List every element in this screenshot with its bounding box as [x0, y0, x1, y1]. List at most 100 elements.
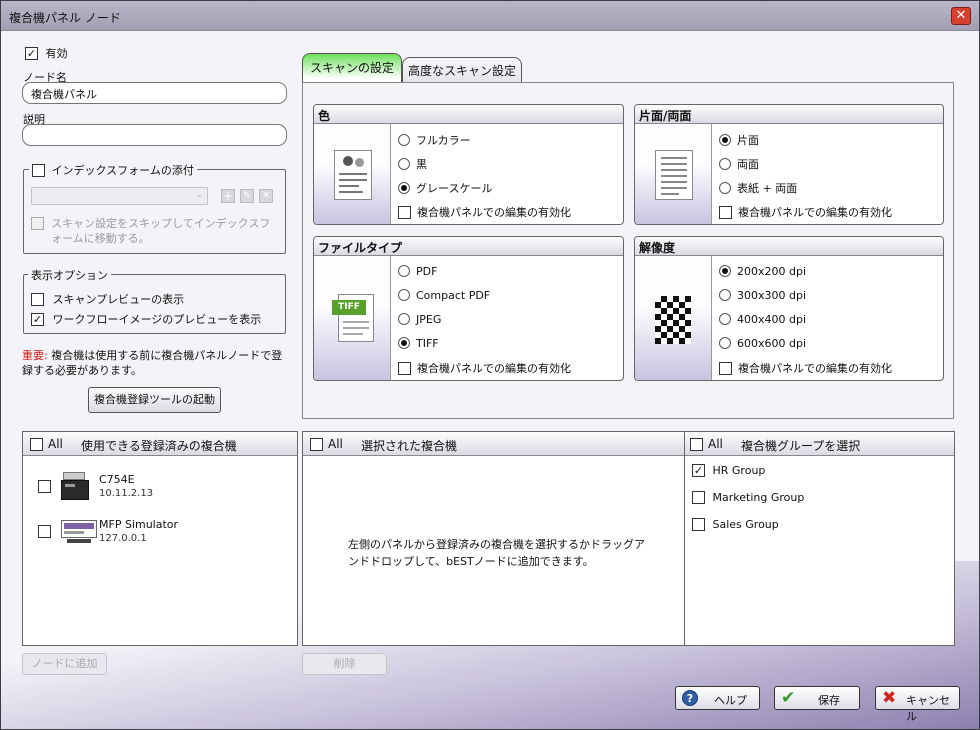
- list-item[interactable]: C754E 10.11.2.13: [23, 470, 293, 510]
- scan-preview-row[interactable]: スキャンプレビューの表示: [31, 291, 184, 307]
- help-label: ヘルプ: [714, 694, 747, 707]
- available-devices-header: All 使用できる登録済みの複合機: [23, 432, 297, 456]
- window-title: 複合機パネル ノード: [9, 11, 121, 25]
- index-form-dropdown[interactable]: ⌄: [31, 187, 208, 205]
- list-item[interactable]: MFP Simulator 127.0.0.1: [23, 518, 293, 558]
- available-devices-title: 使用できる登録済みの複合機: [81, 439, 237, 453]
- index-form-legend[interactable]: インデックスフォームの添付: [29, 162, 197, 178]
- device-checkbox[interactable]: [38, 479, 51, 493]
- resolution-option[interactable]: 200x200 dpi: [719, 264, 806, 278]
- device-ip: 127.0.0.1: [99, 533, 147, 544]
- resolution-radio-1[interactable]: [719, 289, 731, 301]
- resolution-settings-box: 解像度 200x200 dpi 300x300 dpi 400x400 dpi …: [634, 236, 944, 381]
- display-options-legend: 表示オプション: [28, 267, 111, 283]
- workflow-preview-label: ワークフローイメージのプレビューを表示: [52, 313, 262, 326]
- device-checkbox[interactable]: [38, 524, 51, 538]
- index-form-skip-checkbox[interactable]: [31, 217, 44, 230]
- resolution-enable-edit-checkbox[interactable]: [719, 361, 732, 375]
- sides-enable-edit-checkbox[interactable]: [719, 205, 732, 219]
- list-item[interactable]: Sales Group: [692, 517, 779, 531]
- resolution-radio-0[interactable]: [719, 265, 731, 277]
- color-option[interactable]: 黒: [398, 156, 427, 172]
- selected-all-checkbox[interactable]: [310, 438, 323, 451]
- workflow-preview-checkbox[interactable]: ✓: [31, 312, 44, 326]
- filetype-option[interactable]: Compact PDF: [398, 288, 490, 302]
- tab-scan-settings[interactable]: スキャンの設定: [302, 53, 402, 83]
- help-icon: ?: [682, 690, 698, 706]
- resolution-radio-3[interactable]: [719, 337, 731, 349]
- index-form-skip-row[interactable]: スキャン設定をスキップしてインデックスフォームに移動する。: [31, 216, 281, 246]
- sides-radio-2[interactable]: [719, 182, 731, 194]
- add-to-node-button[interactable]: ノードに追加: [22, 653, 107, 675]
- filetype-enable-edit-checkbox[interactable]: [398, 361, 411, 375]
- resolution-radio-2[interactable]: [719, 313, 731, 325]
- groups-all-label: All: [708, 437, 723, 451]
- filetype-option[interactable]: TIFF: [398, 336, 439, 350]
- color-thumbnail: [314, 124, 391, 224]
- group-checkbox[interactable]: ✓: [692, 463, 705, 477]
- enabled-checkbox-row[interactable]: ✓ 有効: [25, 45, 68, 61]
- close-button[interactable]: ✕: [951, 7, 971, 25]
- color-option[interactable]: フルカラー: [398, 132, 471, 148]
- index-form-skip-label: スキャン設定をスキップしてインデックスフォームに移動する。: [51, 217, 271, 245]
- color-radio-0[interactable]: [398, 134, 410, 146]
- filetype-radio-0[interactable]: [398, 265, 410, 277]
- device-name: MFP Simulator: [99, 518, 179, 531]
- checkerboard-icon: [655, 296, 691, 344]
- resolution-option[interactable]: 400x400 dpi: [719, 312, 806, 326]
- edit-icon[interactable]: ✎: [240, 189, 254, 203]
- sides-enable-edit[interactable]: 複合機パネルでの編集の有効化: [719, 204, 892, 220]
- workflow-preview-row[interactable]: ✓ ワークフローイメージのプレビューを表示: [31, 311, 261, 327]
- sides-radio-0[interactable]: [719, 134, 731, 146]
- tab-advanced-scan[interactable]: 高度なスキャン設定: [402, 57, 522, 83]
- remove-icon[interactable]: ✕: [259, 189, 273, 203]
- cancel-button[interactable]: ✖ キャンセル: [875, 686, 960, 723]
- color-enable-edit-checkbox[interactable]: [398, 205, 411, 219]
- filetype-radio-3[interactable]: [398, 337, 410, 349]
- filetype-radio-2[interactable]: [398, 313, 410, 325]
- device-ip: 10.11.2.13: [99, 488, 154, 499]
- resolution-enable-edit[interactable]: 複合機パネルでの編集の有効化: [719, 360, 892, 376]
- save-button[interactable]: ✔ 保存: [774, 686, 860, 710]
- sides-thumbnail: [635, 124, 712, 224]
- available-all-checkbox[interactable]: [30, 438, 43, 451]
- cancel-icon: ✖: [882, 688, 897, 708]
- list-item[interactable]: ✓ HR Group: [692, 463, 765, 477]
- device-groups-header: All 複合機グループを選択: [685, 432, 954, 456]
- resolution-option[interactable]: 600x600 dpi: [719, 336, 806, 350]
- help-button[interactable]: ? ヘルプ: [675, 686, 760, 710]
- index-form-checkbox[interactable]: [32, 163, 45, 177]
- color-settings-box: 色 フルカラー 黒 グレースケール 複合機パネルでの編集の有効化: [313, 104, 624, 225]
- color-radio-2[interactable]: [398, 182, 410, 194]
- selected-devices-panel: All 選択された複合機 左側のパネルから登録済みの複合機を選択するかドラッグア…: [302, 431, 685, 646]
- filetype-option[interactable]: PDF: [398, 264, 437, 278]
- description-input[interactable]: [22, 124, 287, 146]
- resolution-option[interactable]: 300x300 dpi: [719, 288, 806, 302]
- groups-all-checkbox[interactable]: [690, 438, 703, 451]
- group-checkbox[interactable]: [692, 517, 705, 531]
- color-option[interactable]: グレースケール: [398, 180, 492, 196]
- sides-option[interactable]: 片面: [719, 132, 759, 148]
- node-name-input[interactable]: 複合機パネル: [22, 82, 287, 104]
- sides-option[interactable]: 表紙 + 両面: [719, 180, 797, 196]
- filetype-radio-1[interactable]: [398, 289, 410, 301]
- color-enable-edit[interactable]: 複合機パネルでの編集の有効化: [398, 204, 571, 220]
- enabled-checkbox[interactable]: ✓: [25, 46, 38, 60]
- group-name: HR Group: [712, 463, 766, 477]
- delete-button[interactable]: 削除: [302, 653, 387, 675]
- sides-radio-1[interactable]: [719, 158, 731, 170]
- scan-preview-checkbox[interactable]: [31, 292, 44, 306]
- add-icon[interactable]: +: [221, 189, 235, 203]
- sides-box-title: 片面/両面: [635, 105, 943, 124]
- group-checkbox[interactable]: [692, 490, 705, 504]
- selected-all-label: All: [328, 437, 343, 451]
- color-radio-1[interactable]: [398, 158, 410, 170]
- color-box-title: 色: [314, 105, 623, 124]
- save-label: 保存: [818, 694, 840, 707]
- filetype-option[interactable]: JPEG: [398, 312, 441, 326]
- list-item[interactable]: Marketing Group: [692, 490, 804, 504]
- launch-registration-tool-button[interactable]: 複合機登録ツールの起動: [88, 387, 221, 413]
- sides-option[interactable]: 両面: [719, 156, 759, 172]
- sides-settings-box: 片面/両面 片面 両面 表紙 + 両面 複合機パネルでの編集の有効化: [634, 104, 944, 225]
- filetype-enable-edit[interactable]: 複合機パネルでの編集の有効化: [398, 360, 571, 376]
